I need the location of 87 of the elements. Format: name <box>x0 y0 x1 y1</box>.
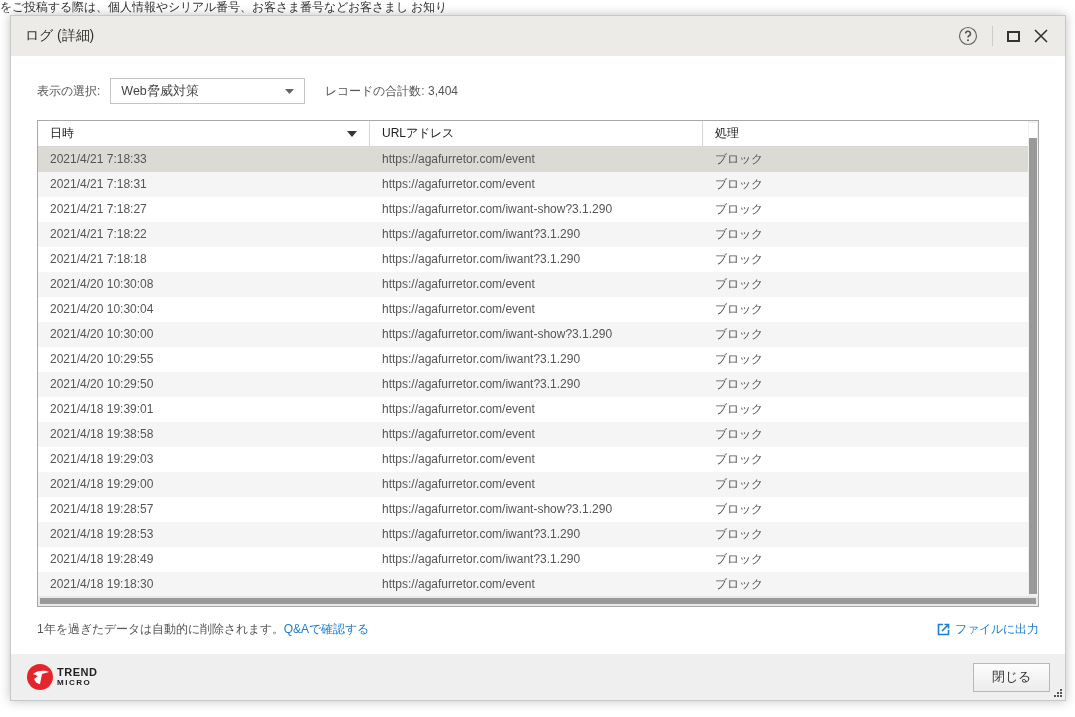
table-row[interactable]: 2021/4/20 10:30:08 https://agafurretor.com/event ブロック <box>38 272 1028 297</box>
column-header[interactable]: 処理 <box>703 121 1028 146</box>
table-cell-text: 2021/4/21 7:18:33 <box>49 151 148 168</box>
table-cell-text: 2021/4/18 19:29:00 <box>49 476 155 493</box>
table-row[interactable]: 2021/4/18 19:29:00 https://agafurretor.com/event ブロック <box>38 472 1028 497</box>
table-cell-text: 2021/4/20 10:29:55 <box>49 351 155 368</box>
table-cell-text: ブロック <box>714 251 764 268</box>
table-cell-text: ブロック <box>714 426 764 443</box>
table-cell-text: 2021/4/20 10:30:04 <box>49 301 155 318</box>
view-dropdown[interactable]: Web脅威対策 <box>110 78 306 104</box>
column-header[interactable]: URLアドレス <box>370 121 703 146</box>
logo-wordmark: TREND <box>57 667 98 678</box>
table-cell-text: https://agafurretor.com/event <box>381 576 536 593</box>
table-cell-text: 2021/4/21 7:18:27 <box>49 201 148 218</box>
table-cell-text: https://agafurretor.com/event <box>381 301 536 318</box>
table-cell-text: ブロック <box>714 451 764 468</box>
table-cell-text: https://agafurretor.com/iwant-show?3.1.290 <box>381 501 614 518</box>
table-cell-text: https://agafurretor.com/event <box>381 426 536 443</box>
table-cell-text: https://agafurretor.com/event <box>381 176 536 193</box>
table-cell-text: https://agafurretor.com/iwant?3.1.290 <box>381 376 582 393</box>
table-cell-text: 2021/4/18 19:38:58 <box>49 426 155 443</box>
table-cell-text: https://agafurretor.com/event <box>381 276 536 293</box>
logo-subtitle: MICRO <box>57 679 93 687</box>
table-cell-text: 2021/4/18 19:29:03 <box>49 451 155 468</box>
table-cell-text: https://agafurretor.com/event <box>381 451 536 468</box>
table-cell-text: https://agafurretor.com/event <box>381 401 536 418</box>
table-cell-text: ブロック <box>714 376 764 393</box>
table-cell-text: ブロック <box>714 176 764 193</box>
table-row[interactable]: 2021/4/21 7:18:22 https://agafurretor.com/iwant?3.1.290 ブロック <box>38 222 1028 247</box>
table-cell-text: https://agafurretor.com/iwant-show?3.1.290 <box>381 326 614 343</box>
background-text: をご投稿する際は、個人情報やシリアル番号、お客さま番号などお客さまし お知り <box>0 0 448 14</box>
table-row[interactable]: 2021/4/21 7:18:33 https://agafurretor.com/event ブロック <box>38 147 1028 172</box>
window-title: ログ (詳細) <box>25 27 96 45</box>
table-row[interactable]: 2021/4/21 7:18:31 https://agafurretor.com/event ブロック <box>38 172 1028 197</box>
table-cell-text: ブロック <box>714 401 764 418</box>
horizontal-scrollbar[interactable] <box>38 596 1038 606</box>
table-row[interactable]: 2021/4/20 10:29:50 https://agafurretor.com/iwant?3.1.290 ブロック <box>38 372 1028 397</box>
qa-link[interactable]: Q&Aで確認する <box>283 621 370 638</box>
table-cell-text: https://agafurretor.com/iwant-show?3.1.290 <box>381 201 614 218</box>
table-cell-text: ブロック <box>714 151 764 168</box>
column-header[interactable]: 日時 <box>38 121 370 146</box>
table-cell-text: ブロック <box>714 201 764 218</box>
table-row[interactable]: 2021/4/18 19:18:30 https://agafurretor.com/event ブロック <box>38 572 1028 596</box>
table-cell-text: https://agafurretor.com/event <box>381 476 536 493</box>
export-icon <box>937 623 950 636</box>
table-row[interactable]: 2021/4/18 19:38:58 https://agafurretor.com/event ブロック <box>38 422 1028 447</box>
retention-note: 1年を過ぎたデータは自動的に削除されます。 <box>37 621 284 638</box>
table-cell-text: https://agafurretor.com/iwant?3.1.290 <box>381 351 582 368</box>
caret-icon <box>285 88 295 94</box>
table-cell-text: ブロック <box>714 351 764 368</box>
close-icon[interactable] <box>1034 29 1048 43</box>
table-cell-text: ブロック <box>714 501 764 518</box>
table-cell-text: ブロック <box>714 226 764 243</box>
table-cell-text: 2021/4/21 7:18:22 <box>49 226 148 243</box>
close-button[interactable]: 閉じる <box>973 662 1050 692</box>
table-cell-text: 2021/4/21 7:18:18 <box>49 251 148 268</box>
vertical-scrollbar[interactable] <box>1028 121 1038 596</box>
help-icon[interactable] <box>958 26 978 46</box>
record-count: レコードの合計数: 3,404 <box>325 82 459 100</box>
table-cell-text: https://agafurretor.com/event <box>381 151 536 168</box>
table-cell-text: ブロック <box>714 276 764 293</box>
table-cell-text: 2021/4/21 7:18:31 <box>49 176 148 193</box>
table-cell-text: ブロック <box>714 551 764 568</box>
table-cell-text: https://agafurretor.com/iwant?3.1.290 <box>381 251 582 268</box>
table-cell-text: ブロック <box>714 576 764 593</box>
table-cell-text: 2021/4/18 19:18:30 <box>49 576 155 593</box>
table-row[interactable]: 2021/4/20 10:30:00 https://agafurretor.com/iwant-show?3.1.290 ブロック <box>38 322 1028 347</box>
table-cell-text: ブロック <box>714 301 764 318</box>
table-row[interactable]: 2021/4/18 19:28:53 https://agafurretor.com/iwant?3.1.290 ブロック <box>38 522 1028 547</box>
table-cell-text: https://agafurretor.com/iwant?3.1.290 <box>381 226 582 243</box>
logo-icon <box>27 664 53 690</box>
table-cell-text: 2021/4/18 19:28:57 <box>49 501 155 518</box>
table-cell-text: 2021/4/20 10:30:00 <box>49 326 155 343</box>
table-cell-text: 2021/4/20 10:29:50 <box>49 376 155 393</box>
filter-label: 表示の選択: <box>37 82 101 100</box>
table-cell-text: https://agafurretor.com/iwant?3.1.290 <box>381 551 582 568</box>
table-cell-text: 2021/4/18 19:39:01 <box>49 401 155 418</box>
table-cell-text: ブロック <box>714 526 764 543</box>
table-cell-text: 2021/4/20 10:30:08 <box>49 276 155 293</box>
maximize-icon[interactable] <box>1007 30 1020 42</box>
table-cell-text: 2021/4/18 19:28:53 <box>49 526 155 543</box>
table-cell-text: https://agafurretor.com/iwant?3.1.290 <box>381 526 582 543</box>
table-cell-text: 2021/4/18 19:28:49 <box>49 551 155 568</box>
table-cell-text: ブロック <box>714 476 764 493</box>
table-cell-text: ブロック <box>714 326 764 343</box>
resize-grip-icon[interactable] <box>1054 689 1062 697</box>
export-link[interactable]: ファイルに出力 <box>937 621 1039 638</box>
